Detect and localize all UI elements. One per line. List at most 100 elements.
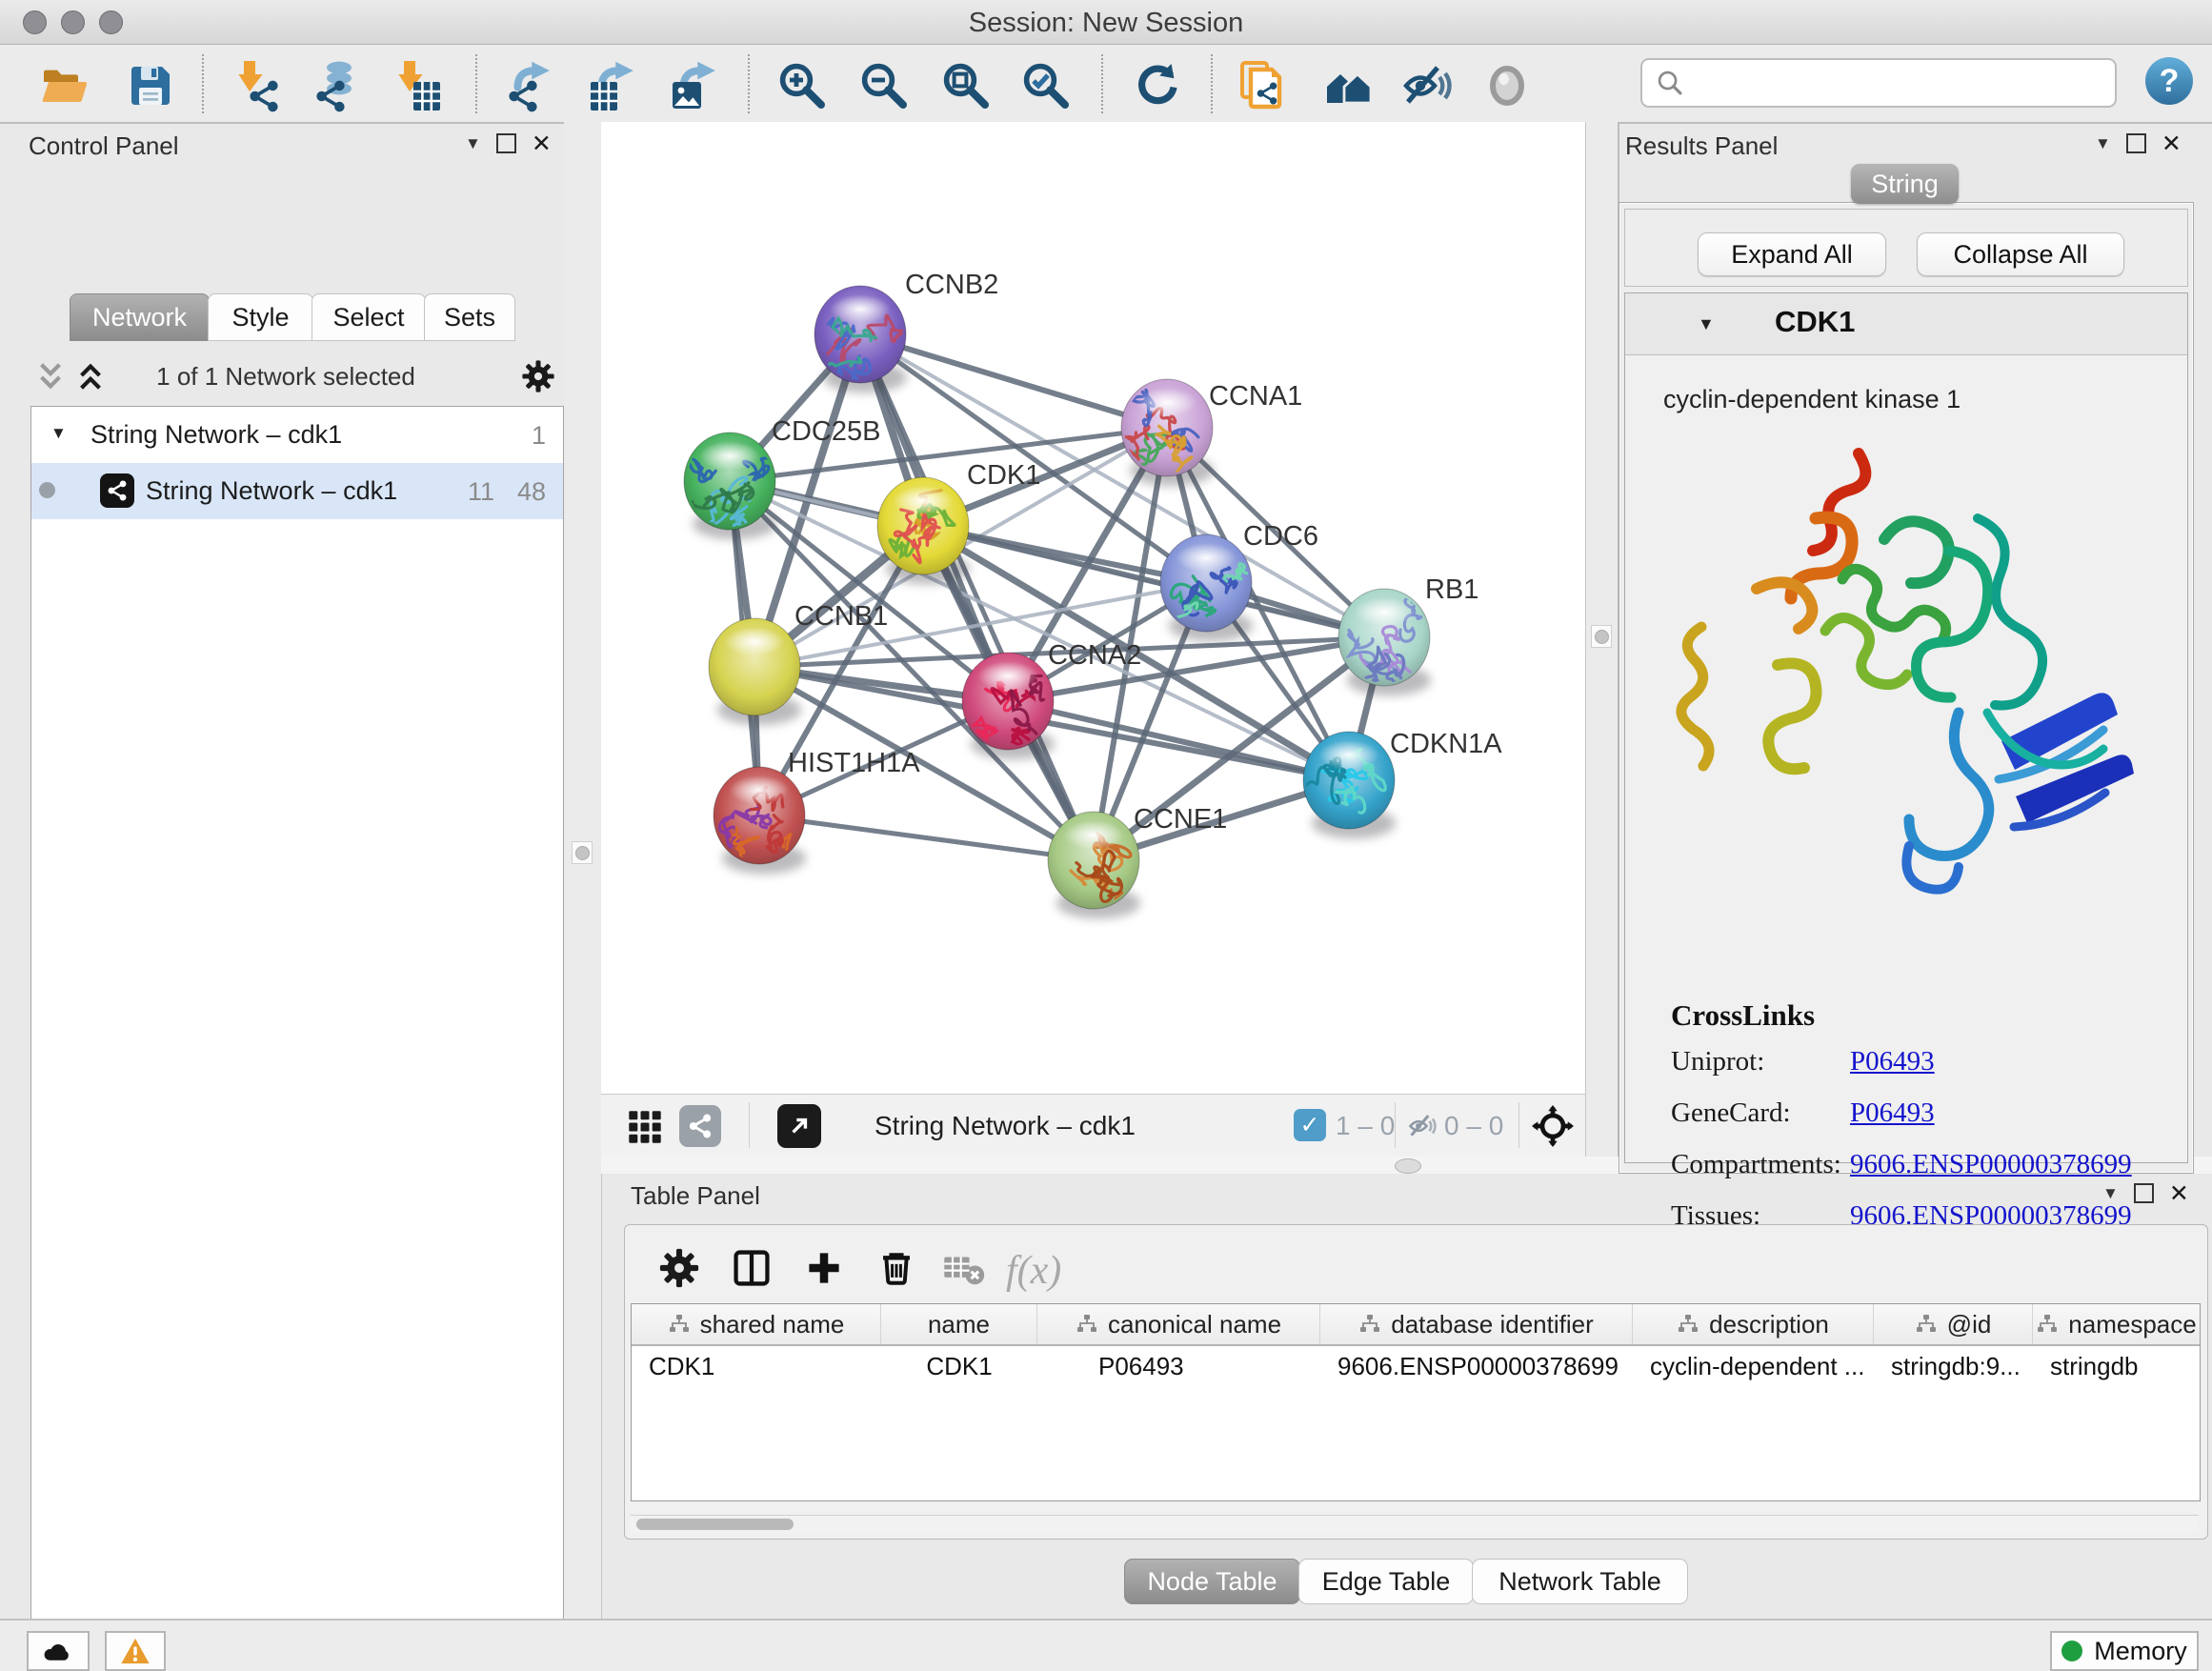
zoom-out-icon[interactable] (857, 59, 911, 112)
grid-view-icon[interactable] (628, 1110, 662, 1144)
column-header[interactable]: name (881, 1304, 1037, 1344)
network-node-hist1h1a[interactable] (714, 767, 806, 882)
network-node-cdkn1a[interactable] (1297, 732, 1397, 838)
network-row[interactable]: String Network – cdk1 11 48 (31, 463, 563, 519)
delete-column-icon[interactable] (875, 1246, 918, 1290)
warnings-button[interactable] (105, 1631, 166, 1671)
uniprot-link[interactable]: P06493 (1850, 1046, 1935, 1097)
add-column-icon[interactable] (802, 1246, 846, 1290)
search-input[interactable] (1692, 63, 2115, 103)
import-table-icon[interactable] (391, 59, 444, 112)
network-node-ccnb2[interactable] (810, 286, 907, 393)
column-header[interactable]: shared name (632, 1304, 881, 1344)
panel-float-icon[interactable] (2126, 133, 2146, 153)
collapse-caret-icon[interactable]: ▼ (50, 424, 67, 443)
toolbar-separator (748, 54, 750, 113)
panel-menu-icon[interactable]: ▼ (2102, 1184, 2119, 1203)
network-node-ccnb1[interactable] (709, 618, 801, 725)
apply-layout-icon[interactable] (1130, 59, 1183, 112)
panel-close-icon[interactable]: ✕ (532, 134, 552, 153)
tree-icon (2036, 1313, 2059, 1336)
right-splitter-handle[interactable] (1591, 625, 1612, 648)
show-graphics-details-icon[interactable] (1480, 59, 1534, 112)
network-node-ccne1[interactable] (1048, 812, 1140, 918)
tab-node-table[interactable]: Node Table (1124, 1559, 1300, 1604)
home-icon[interactable] (1322, 59, 1376, 112)
export-network-icon[interactable] (503, 59, 556, 112)
expand-all-button[interactable]: Expand All (1698, 232, 1886, 276)
zoom-in-icon[interactable] (775, 59, 829, 112)
network-edge[interactable] (759, 815, 1094, 860)
tab-sets[interactable]: Sets (424, 293, 515, 341)
save-session-icon[interactable] (124, 59, 177, 112)
network-node-ccna1[interactable] (1120, 379, 1215, 494)
birdseye-icon[interactable] (1532, 1105, 1574, 1147)
protein-description: cyclin-dependent kinase 1 (1663, 385, 1961, 414)
column-header[interactable]: namespace (2033, 1304, 2200, 1344)
tab-style[interactable]: Style (208, 293, 313, 341)
horizontal-splitter-handle[interactable] (1395, 1158, 1421, 1174)
network-edge[interactable] (860, 334, 1094, 860)
genecard-link[interactable]: P06493 (1850, 1097, 1935, 1149)
memory-button[interactable]: Memory (2050, 1631, 2199, 1671)
column-header[interactable]: database identifier (1320, 1304, 1633, 1344)
panel-close-icon[interactable]: ✕ (2162, 134, 2182, 153)
gear-icon[interactable] (657, 1246, 701, 1290)
left-splitter-handle[interactable] (572, 841, 593, 864)
column-header[interactable]: description (1633, 1304, 1874, 1344)
results-panel-header-icons: ▼ ✕ (2095, 133, 2182, 153)
title-bar: Session: New Session (0, 0, 2212, 45)
network-graph: CCNB2CCNA1CDC25BCDK1CDC6RB1CCNB1CCNA2CDK… (601, 122, 1585, 1094)
open-session-icon[interactable] (38, 59, 91, 112)
node-label: CDC6 (1243, 521, 1318, 552)
cloud-status-button[interactable] (27, 1631, 90, 1671)
tab-edge-table[interactable]: Edge Table (1298, 1559, 1474, 1604)
tab-string[interactable]: String (1851, 164, 1959, 204)
collapse-caret-icon[interactable]: ▼ (1698, 314, 1715, 334)
network-collection-row[interactable]: ▼ String Network – cdk1 1 (31, 407, 563, 463)
horizontal-scrollbar[interactable] (631, 1515, 2199, 1533)
collapse-all-icon[interactable] (34, 360, 67, 393)
network-canvas[interactable]: CCNB2CCNA1CDC25BCDK1CDC6RB1CCNB1CCNA2CDK… (601, 122, 1585, 1094)
toolbar-separator (1211, 54, 1213, 113)
import-network-database-icon[interactable] (311, 59, 364, 112)
network-edge[interactable] (860, 334, 1167, 428)
network-selection-status: 1 of 1 Network selected (114, 362, 457, 392)
export-table-icon[interactable] (587, 59, 640, 112)
zoom-fit-icon[interactable] (939, 59, 993, 112)
panel-float-icon[interactable] (2134, 1183, 2154, 1203)
help-button[interactable]: ? (2145, 57, 2193, 105)
selected-checkbox-icon[interactable]: ✓ (1294, 1109, 1326, 1141)
column-header[interactable]: @id (1874, 1304, 2033, 1344)
network-node-cdc25b[interactable] (684, 433, 778, 539)
network-node-cdk1[interactable] (877, 477, 970, 584)
share-document-icon[interactable] (1237, 59, 1290, 112)
share-network-icon[interactable] (679, 1105, 721, 1147)
network-node-ccna2[interactable] (962, 653, 1056, 759)
panel-menu-icon[interactable]: ▼ (2095, 134, 2111, 153)
gear-icon[interactable] (520, 358, 556, 394)
left-splitter[interactable] (564, 122, 602, 1619)
hide-graphics-details-icon[interactable] (1400, 59, 1454, 112)
tab-network-table[interactable]: Network Table (1472, 1559, 1688, 1604)
export-image-icon[interactable] (669, 59, 722, 112)
right-splitter[interactable] (1585, 122, 1619, 1174)
network-node-rb1[interactable] (1338, 589, 1431, 695)
zoom-selected-icon[interactable] (1019, 59, 1073, 112)
status-bar: Memory (0, 1619, 2212, 1671)
open-in-window-icon[interactable] (777, 1104, 821, 1148)
panel-menu-icon[interactable]: ▼ (465, 134, 481, 153)
collapse-all-button[interactable]: Collapse All (1917, 232, 2124, 276)
protein-section-header[interactable]: ▼ CDK1 (1625, 293, 2187, 355)
panel-close-icon[interactable]: ✕ (2169, 1184, 2189, 1203)
expand-all-icon[interactable] (74, 360, 107, 393)
search-field[interactable] (1640, 58, 2117, 108)
scrollbar-thumb[interactable] (636, 1519, 794, 1530)
column-header[interactable]: canonical name (1037, 1304, 1320, 1344)
table-row[interactable]: CDK1 CDK1 P06493 9606.ENSP00000378699 cy… (632, 1346, 2200, 1386)
import-network-icon[interactable] (231, 59, 284, 112)
panel-float-icon[interactable] (496, 133, 516, 153)
tab-select[interactable]: Select (312, 293, 426, 341)
columns-icon[interactable] (730, 1246, 774, 1290)
tab-network[interactable]: Network (70, 293, 210, 341)
